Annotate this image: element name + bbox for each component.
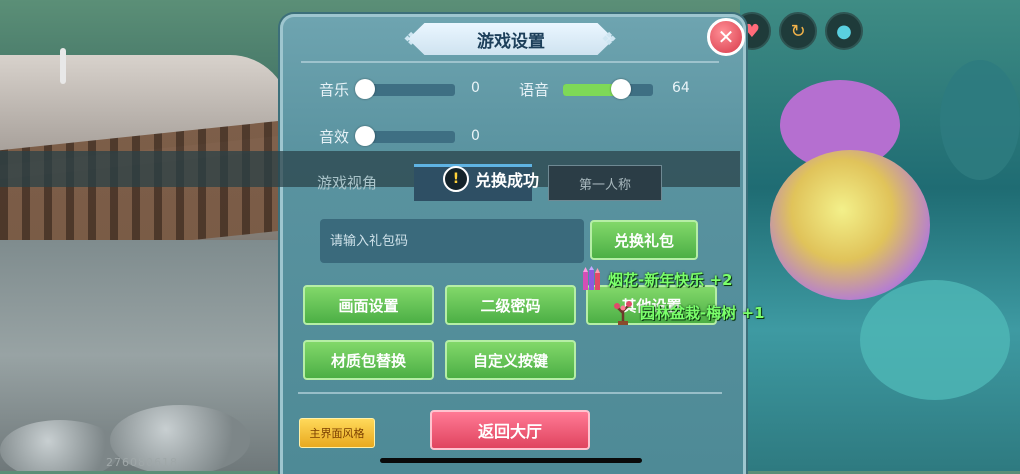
texture-pack-button[interactable]: 材质包替换 [303,340,434,380]
watermark: 276080618 [106,456,178,469]
divider [301,61,719,63]
toast-message: ! 兑换成功 [443,166,539,192]
voice-value: 64 [672,80,690,96]
ornament-right-icon: ❖ [601,29,618,50]
sfx-slider[interactable] [355,126,455,146]
firework-icon [583,266,600,290]
ui-style-button[interactable]: 主界面风格 [299,418,375,448]
crystal [860,280,1010,400]
sfx-label: 音效 [319,128,350,146]
toast-text: 兑换成功 [475,171,540,190]
redeem-gift-button[interactable]: 兑换礼包 [590,220,698,260]
back-to-lobby-button[interactable]: 返回大厅 [430,410,590,450]
status-bar-indicator [60,48,66,84]
music-slider[interactable] [355,79,455,99]
crystal [940,60,1020,180]
reward-notification: 烟花-新年快乐 +2 [580,266,732,292]
custom-keys-button[interactable]: 自定义按键 [445,340,576,380]
gift-code-input[interactable] [320,219,584,263]
voice-label: 语音 [519,81,550,99]
dialog-title: 游戏设置 [408,23,614,55]
reward-notification: 园林盆栽-梅树 +1 [612,299,764,325]
reward-text: 园林盆栽-梅树 +1 [640,303,765,322]
graphics-settings-button[interactable]: 画面设置 [303,285,434,325]
slider-knob[interactable] [355,126,375,146]
view-mode-label: 游戏视角 [317,174,378,192]
slider-knob[interactable] [610,79,631,99]
voice-slider[interactable] [563,79,653,99]
reward-text: 烟花-新年快乐 +2 [608,270,733,289]
flower [770,150,930,300]
slider-knob[interactable] [355,79,375,99]
exclamation-icon: ! [443,166,469,192]
music-value: 0 [471,80,480,96]
view-option-first-person[interactable]: 第一人称 [548,165,662,201]
refresh-arrow-icon[interactable]: ↻ [779,12,817,50]
sfx-value: 0 [471,128,480,144]
music-label: 音乐 [319,81,350,99]
water-drop-icon[interactable]: ● [825,12,863,50]
home-indicator [380,458,642,463]
close-button[interactable]: ✕ [707,18,745,56]
divider [298,392,722,394]
flower-garden [740,0,1020,471]
plum-tree-icon [614,301,632,325]
second-password-button[interactable]: 二级密码 [445,285,576,325]
stone [0,420,120,471]
